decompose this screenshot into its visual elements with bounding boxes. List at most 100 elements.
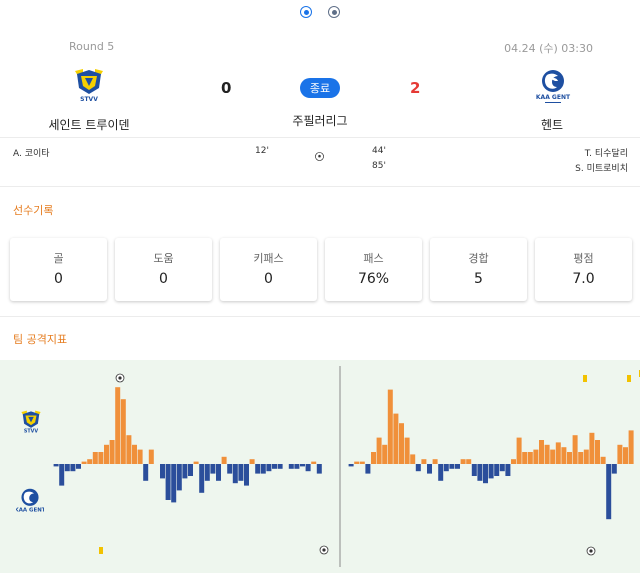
away-attack-bar [443,464,449,472]
away-attack-bar [64,464,70,472]
away-attack-bar [182,464,188,479]
home-attack-bar [104,444,109,464]
away-attack-bar [505,464,511,476]
away-attack-bar [305,464,311,472]
svg-text:KAA GENT: KAA GENT [536,94,571,101]
home-attack-bar [87,459,93,464]
home-attack-bar [132,444,137,464]
home-attack-bar [81,461,87,464]
home-attack-bar [249,459,255,464]
svg-text:KAA GENT: KAA GENT [16,507,44,513]
home-attack-bar [583,449,589,464]
away-goal-minute: 44' [372,146,386,156]
soccer-ball-icon [589,549,593,553]
svg-text:STVV: STVV [80,96,98,103]
home-attack-bar [539,440,544,464]
away-attack-bar [76,464,81,469]
home-attack-bar [432,459,438,464]
home-attack-bar [371,452,376,464]
page-dot-active[interactable] [300,6,312,18]
home-attack-bar [137,449,143,464]
stat-card-rating: 평점 7.0 [535,238,632,301]
stat-value: 0 [159,271,168,287]
soccer-ball-icon [315,146,324,161]
league-name[interactable]: 주필러리그 [292,112,347,129]
stat-label: 경합 [468,252,489,265]
divider [0,316,640,317]
away-attack-bar [188,464,193,476]
away-team-name[interactable]: 헨트 [541,116,563,133]
away-attack-bar [606,464,612,520]
home-attack-bar [623,447,628,464]
home-attack-bar [421,459,427,464]
away-score: 2 [410,79,421,97]
stat-value: 0 [54,271,63,287]
home-attack-bar [600,456,606,464]
away-attack-bar [216,464,221,481]
home-attack-bar [617,444,623,464]
stat-label: 골 [53,252,64,265]
home-attack-bar [98,452,104,464]
home-attack-bar [589,432,595,464]
away-attack-bar [171,464,177,503]
stvv-crest-icon: STVV [20,406,42,440]
home-attack-bar [595,440,600,464]
attack-index-title: 팀 공격지표 [13,333,68,346]
stat-label: 키패스 [253,252,284,265]
page-dot[interactable] [328,6,340,18]
home-attack-bar [221,456,227,464]
kaa-gent-crest-icon[interactable]: KAA GENT [535,68,571,106]
away-attack-bar [427,464,432,474]
home-attack-bar [399,423,404,464]
home-attack-bar [115,387,121,464]
away-attack-bar [210,464,216,474]
away-attack-bar [483,464,488,484]
match-datetime: 04.24 (수) 03:30 [504,42,593,55]
away-attack-bar [227,464,233,474]
soccer-ball-icon [118,376,122,380]
round-label: Round 5 [69,40,115,53]
momentum-svg [53,366,640,567]
home-team-name[interactable]: 세인트 트루이덴 [48,116,129,133]
away-attack-bar [300,464,305,467]
divider [0,186,640,187]
home-attack-bar [544,444,550,464]
stat-value: 5 [474,271,483,287]
stat-value: 7.0 [572,271,595,287]
home-score: 0 [221,79,232,97]
away-attack-bar [204,464,210,481]
away-attack-bar [277,464,283,469]
home-attack-bar [120,399,126,464]
home-attack-bar [628,430,634,464]
away-attack-bar [449,464,455,469]
away-attack-bar [260,464,266,474]
player-record-title: 선수기록 [13,204,54,217]
yellow-card-icon [627,375,631,382]
stat-card-duels: 경합 5 [430,238,527,301]
stat-value: 76% [357,271,390,287]
away-attack-bar [70,464,76,472]
away-scorer: S. 미트로비치 [575,164,628,174]
stat-card-assists: 도움 0 [115,238,212,301]
page-indicator [0,6,640,18]
home-attack-bar [578,452,584,464]
home-attack-bar [148,449,154,464]
yellow-card-icon [583,375,587,382]
home-attack-bar [561,447,567,464]
stat-card-passes: 패스 76% [325,238,422,301]
away-attack-bar [438,464,444,481]
away-attack-bar [494,464,500,476]
stat-value: 0 [264,271,273,287]
home-goal-minute: 12' [255,146,269,156]
away-attack-bar [272,464,277,469]
away-attack-bar [53,464,59,467]
away-attack-bar [238,464,244,481]
stat-label: 도움 [153,252,174,265]
home-scorer: A. 코이타 [13,149,50,159]
home-attack-bar [311,461,317,464]
away-attack-bar [294,464,300,469]
away-attack-bar [165,464,171,500]
stvv-crest-icon[interactable]: STVV [73,68,105,106]
away-attack-bar [266,464,272,472]
away-attack-bar [288,464,294,469]
